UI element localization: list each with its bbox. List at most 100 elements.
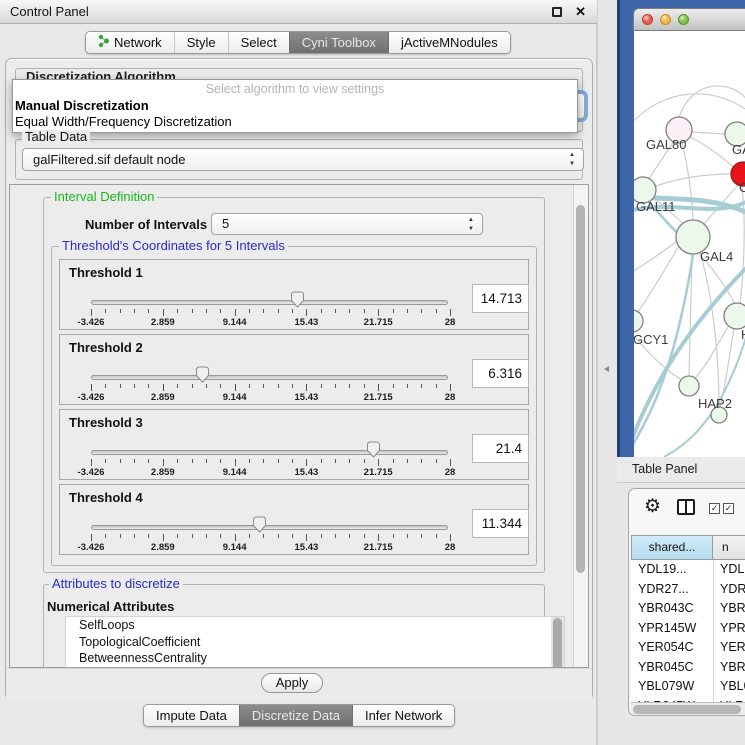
scrollbar-thumb[interactable] [633,705,741,714]
column-header-shared-name[interactable]: shared... [631,535,713,560]
cell-name[interactable]: YER0 [720,638,745,658]
tick-mark [235,309,236,316]
tab-discretize-data[interactable]: Discretize Data [239,705,352,726]
tick-mark [249,309,250,313]
numerical-attributes-list[interactable]: SelfLoopsTopologicalCoefficientBetweenne… [65,616,565,668]
threshold-value-box[interactable]: 11.344 [472,509,529,538]
scrollbar-thumb[interactable] [553,618,562,668]
attribute-list-item[interactable]: BetweennessCentrality [66,650,564,667]
cell-shared-name[interactable]: YBL079W [638,677,712,697]
tick-mark [436,384,437,388]
tick-mark [163,384,164,391]
tab-style[interactable]: Style [174,32,228,53]
attribute-list-item[interactable]: SelfLoops [66,617,564,634]
cell-name[interactable]: YPR1 [720,619,745,639]
tick-mark [148,384,149,388]
node-gcy1[interactable] [634,310,643,332]
tick-mark [278,309,279,313]
attributes-list-scrollbar[interactable] [551,617,564,668]
node-label: GAL11 [636,199,676,214]
cell-name[interactable]: YDL1 [720,560,745,580]
cell-shared-name[interactable]: YBR045C [638,658,712,678]
tab-network[interactable]: Network [86,32,174,53]
slider-thumb[interactable] [195,366,210,383]
close-icon[interactable]: ✕ [575,4,586,20]
cell-shared-name[interactable]: YPR145W [638,619,712,639]
tick-label: 28 [445,392,456,403]
tick-label: 2.859 [151,467,175,478]
cell-name[interactable]: YBL0 [720,677,745,697]
tick-mark [421,309,422,313]
divider-collapse-handle[interactable] [604,366,609,372]
checkbox-icon[interactable]: ✓ [709,503,720,514]
cell-shared-name[interactable]: YDR27... [638,580,712,600]
table-row[interactable]: YBR045C YBR0 [631,658,745,678]
settings-scrollpane: Interval Definition Number of Intervals … [9,184,589,668]
tick-mark [321,534,322,538]
slider-track[interactable] [91,450,448,455]
apply-button[interactable]: Apply [261,673,323,693]
tick-mark [278,384,279,388]
threshold-value-box[interactable]: 21.4 [472,434,529,463]
checkbox-icon[interactable]: ✓ [723,503,734,514]
tick-mark [278,534,279,538]
threshold-value-box[interactable]: 6.316 [472,359,529,388]
dropdown-option-manual[interactable]: Manual Discretization [15,98,149,113]
float-window-icon[interactable] [552,7,562,17]
table-row[interactable]: YDL19... YDL1 [631,560,745,580]
attribute-list-item[interactable]: TopologicalCoefficient [66,634,564,651]
table-row[interactable]: YDR27... YDR2 [631,580,745,600]
tick-mark [364,384,365,388]
slider-thumb[interactable] [290,291,305,308]
tick-label: 9.144 [223,467,247,478]
slider-track[interactable] [91,525,448,530]
tick-mark [407,534,408,538]
table-data-combobox[interactable]: galFiltered.sif default node ▲▼ [22,148,584,171]
slider-track[interactable] [91,300,448,305]
tab-select[interactable]: Select [228,32,289,53]
node-hap2[interactable] [679,376,699,396]
dropdown-option-equal-width[interactable]: Equal Width/Frequency Discretization [15,114,232,129]
tick-mark [192,459,193,463]
tick-label: 2.859 [151,392,175,403]
tab-infer-network[interactable]: Infer Network [352,705,454,726]
tick-mark [148,534,149,538]
cell-shared-name[interactable]: YDL19... [638,560,712,580]
cell-name[interactable]: YDR2 [720,580,745,600]
network-canvas[interactable]: GAL80 GA C GAL11 GAL4 GCY1 HAP2 H [634,31,745,457]
cell-shared-name[interactable]: YER054C [638,638,712,658]
slider-thumb[interactable] [366,441,381,458]
slider-track[interactable] [91,375,448,380]
panel-divider[interactable] [597,0,617,745]
network-window-titlebar[interactable] [633,8,745,31]
slider-thumb[interactable] [252,516,267,533]
tick-mark [206,384,207,388]
table-row[interactable]: YBR043C YBR0 [631,599,745,619]
interval-definition-title: Interval Definition [51,190,157,204]
gear-icon[interactable]: ⚙ [644,495,661,518]
tab-jactivemnodules[interactable]: jActiveMNodules [388,32,510,53]
table-row[interactable]: YBL079W YBL0 [631,677,745,697]
split-columns-icon[interactable] [677,499,695,515]
table-row[interactable]: YPR145W YPR1 [631,619,745,639]
thresholds-group-title: Threshold's Coordinates for 5 Intervals [59,239,288,253]
minimize-traffic-light[interactable] [660,14,671,25]
threshold-value-box[interactable]: 14.713 [472,284,529,313]
cell-name[interactable]: YBR0 [720,599,745,619]
table-horizontal-scrollbar[interactable] [631,702,745,715]
column-header-name[interactable]: n [713,535,745,560]
tab-impute-data[interactable]: Impute Data [144,705,239,726]
close-traffic-light[interactable] [642,14,653,25]
tab-label: jActiveMNodules [401,32,498,53]
settings-vertical-scrollbar[interactable] [573,185,588,668]
zoom-traffic-light[interactable] [678,14,689,25]
tab-label: Impute Data [156,705,227,726]
table-row[interactable]: YER054C YER0 [631,638,745,658]
tab-cyni-toolbox[interactable]: Cyni Toolbox [289,32,388,53]
node-h-clipped[interactable] [724,303,745,329]
cell-shared-name[interactable]: YBR043C [638,599,712,619]
scrollbar-thumb[interactable] [576,205,585,573]
tick-mark [235,534,236,541]
number-of-intervals-combobox[interactable]: 5 ▲▼ [211,213,483,235]
cell-name[interactable]: YBR0 [720,658,745,678]
